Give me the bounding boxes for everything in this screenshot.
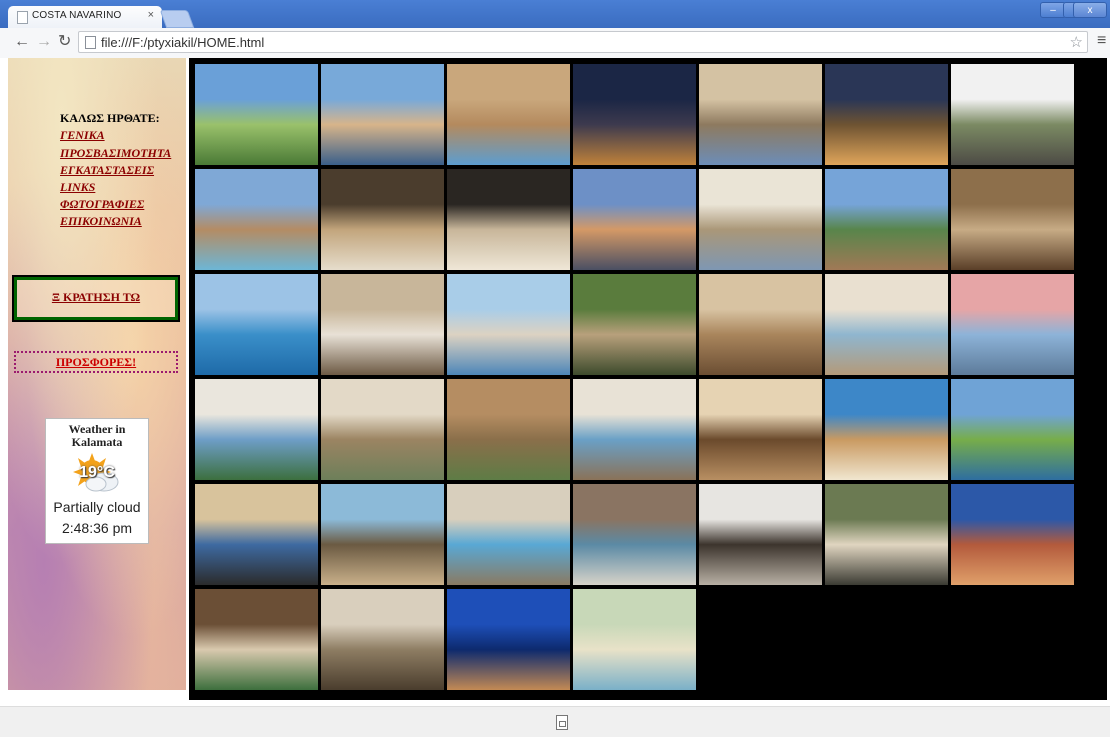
gallery-photo-loft-living[interactable] [321,379,444,480]
gallery-photo-sunset-pool[interactable] [951,274,1074,375]
gallery-photo-arched-lounge[interactable] [951,169,1074,270]
page-icon [17,11,28,24]
gallery-photo-stone-villa-pool[interactable] [195,169,318,270]
gallery-photo-seaside-dining[interactable] [321,484,444,585]
gallery-photo-banquet-arches[interactable] [321,169,444,270]
weather-time: 2:48:36 pm [61,520,133,536]
status-bar [0,706,1110,737]
weather-city: Kalamata [71,435,123,449]
close-window-button[interactable]: x [1073,2,1107,18]
welcome-heading: ΚΑΛΩΣ ΗΡΘΑΤΕ: [60,111,160,125]
gallery-photo-sea-deck[interactable] [825,169,948,270]
gallery-photo-aerial-villas[interactable] [447,379,570,480]
gallery-photo-event-hall[interactable] [447,169,570,270]
gallery-photo-arched-restaurant[interactable] [699,274,822,375]
bookmark-star-icon[interactable]: ☆ [1070,33,1083,51]
file-icon [85,36,96,49]
nav-link-general[interactable]: ΓΕΝΙΚΑ [60,128,105,143]
photo-gallery [189,58,1107,700]
gallery-photo-colonnade-pool[interactable] [825,274,948,375]
gallery-photo-garden-dining[interactable] [573,274,696,375]
nav-link-links[interactable]: LINKS [60,180,95,195]
back-arrow-icon[interactable]: ← [14,32,30,52]
gallery-photo-beach-loungers[interactable] [195,484,318,585]
gallery-photo-beach-pavilion[interactable] [825,379,948,480]
offers-box[interactable]: ΠΡΟΣΦΟΡΕΣ! [14,351,178,373]
nav-link-accessibility[interactable]: ΠΡΟΣΒΑΣΙΜΟΤΗΤΑ [60,146,171,161]
gallery-photo-blue-night-arch[interactable] [447,589,570,690]
weather-condition: Partially cloud [53,499,141,515]
gallery-photo-navarino-dunes-sign[interactable] [951,64,1074,165]
url-text: file:///F:/ptyxiakil/HOME.html [101,35,265,50]
gallery-photo-stone-arches-pool[interactable] [447,64,570,165]
weather-widget[interactable]: Weather in Kalamata 19°C Partially cloud… [45,418,149,544]
menu-icon[interactable]: ≡ [1097,32,1106,50]
booking-link[interactable]: Ξ ΚΡΑΤΗΣΗ ΤΩ [17,290,175,305]
browser-tab[interactable]: COSTA NAVARINO × [8,6,162,28]
offers-link[interactable]: ΠΡΟΣΦΟΡΕΣ! [16,355,176,370]
weather-title: Weather in Kalamata [46,423,148,449]
browser-titlebar: COSTA NAVARINO × – ▫ x [0,0,1110,28]
sidebar-frame: ΚΑΛΩΣ ΗΡΘΑΤΕ: ΓΕΝΙΚΑ ΠΡΟΣΒΑΣΙΜΟΤΗΤΑ ΕΓΚΑ… [8,58,186,690]
gallery-photo-night-pavilion[interactable] [825,64,948,165]
gallery-photo-timber-dining[interactable] [195,589,318,690]
new-tab-button[interactable] [159,10,195,28]
gallery-photo-night-moon-resort[interactable] [573,64,696,165]
nav-link-photos[interactable]: ΦΩΤΟΓΡΑΦΙΕΣ [60,197,144,212]
forward-arrow-icon[interactable]: → [36,32,52,52]
broken-image-icon [556,715,568,730]
nav-link-contact[interactable]: ΕΠΙΚΟΙΝΩΝΙΑ [60,214,142,229]
gallery-photo-villa-plunge-pool[interactable] [447,484,570,585]
gallery-photo-room-sea-view[interactable] [699,64,822,165]
gallery-photo-warm-lounge[interactable] [699,379,822,480]
gallery-photo-dusk-terrace[interactable] [951,484,1074,585]
gallery-photo-golf-course-aerial[interactable] [195,64,318,165]
nav-link-facilities[interactable]: ΕΓΚΑΤΑΣΤΑΣΕΙΣ [60,163,154,178]
page-viewport: ΚΑΛΩΣ ΗΡΘΑΤΕ: ΓΕΝΙΚΑ ΠΡΟΣΒΑΣΙΜΟΤΗΤΑ ΕΓΚΑ… [0,58,1110,706]
weather-temperature: 19°C [79,464,115,481]
gallery-photo-kids-playroom[interactable] [573,589,696,690]
tab-title: COSTA NAVARINO [32,10,122,21]
gallery-photo-pool-terrace[interactable] [321,64,444,165]
weather-title-line1: Weather in [68,422,126,436]
booking-marquee-box[interactable]: Ξ ΚΡΑΤΗΣΗ ΤΩ [12,275,180,322]
gallery-photo-golf-green-pool[interactable] [951,379,1074,480]
gallery-photo-stone-bath[interactable] [321,274,444,375]
gallery-photo-waterfall-spa[interactable] [573,484,696,585]
gallery-photo-pool-cabana[interactable] [447,274,570,375]
gallery-photo-vanity-bathroom[interactable] [699,484,822,585]
gallery-photo-grand-lobby[interactable] [321,589,444,690]
browser-toolbar: ← → ↻ file:///F:/ptyxiakil/HOME.html ☆ ≡ [0,28,1110,59]
tab-close-icon[interactable]: × [148,9,154,21]
gallery-photo-bright-suite[interactable] [699,169,822,270]
address-bar[interactable]: file:///F:/ptyxiakil/HOME.html ☆ [78,31,1088,53]
gallery-photo-bath-suite[interactable] [825,484,948,585]
gallery-photo-ocean-bedroom[interactable] [195,379,318,480]
gallery-photo-sunset-terrace[interactable] [573,169,696,270]
reload-icon[interactable]: ↻ [58,32,71,52]
gallery-photo-window-suite[interactable] [573,379,696,480]
gallery-photo-infinity-pool[interactable] [195,274,318,375]
